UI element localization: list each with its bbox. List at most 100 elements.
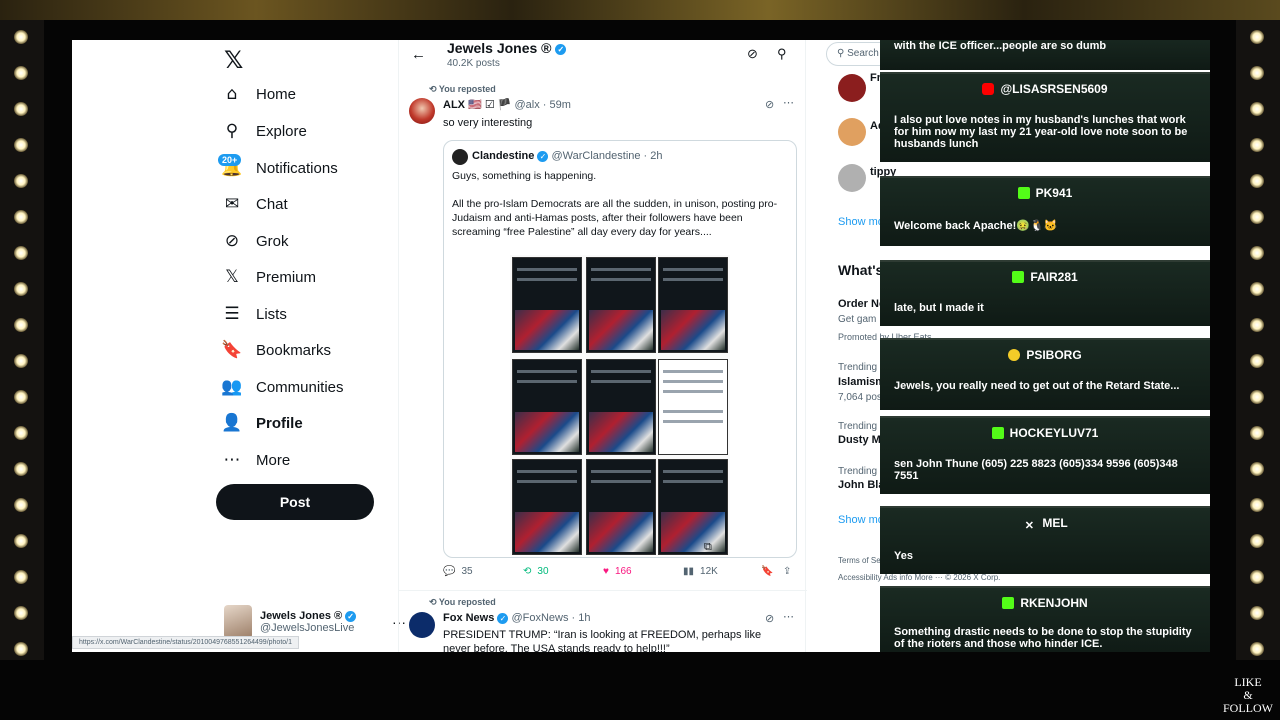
rumble-icon (1008, 349, 1021, 361)
avatar[interactable] (838, 164, 866, 192)
profile-icon: 👤 (221, 413, 243, 433)
nav-lists[interactable]: ☰ Lists (222, 298, 286, 330)
image-alt-icon[interactable]: ⧉ (704, 541, 712, 554)
grok-icon[interactable]: ⊘ (747, 46, 758, 62)
chat-text: Welcome back Apache!🤢🐧🐱 (894, 220, 1058, 232)
screenshot-thumb (586, 459, 656, 555)
show-more-link[interactable]: Show mo (838, 216, 884, 228)
marquee-bulb (14, 318, 28, 332)
kick-icon (1012, 271, 1025, 283)
like-follow-watermark: LIKE & FOLLOW (1223, 675, 1273, 715)
trend-subtitle: Get gam (838, 314, 877, 325)
grok-icon[interactable]: ⊘ (765, 98, 774, 111)
chat-text: with the ICE officer...people are so dum… (894, 40, 1107, 52)
grok-icon[interactable]: ⊘ (765, 612, 774, 625)
fox-news-avatar[interactable] (409, 612, 435, 638)
avatar (452, 149, 468, 165)
screenshot-thumb (586, 257, 656, 353)
tweet-actions: 💬 35 ⟲ 30 ♥ 166 ▮▮ 12K 🔖 ⇪ (443, 566, 799, 582)
marquee-bulb (14, 246, 28, 260)
views-button[interactable]: ▮▮ 12K (683, 566, 718, 577)
avatar[interactable] (838, 118, 866, 146)
kick-icon (991, 427, 1004, 439)
chat-text: late, but I made it (894, 302, 984, 314)
quote-header: Clandestine ✓ @WarClandestine · 2h (472, 150, 663, 162)
nav-chat[interactable]: ✉ Chat (222, 188, 288, 220)
home-icon: ⌂ (226, 84, 238, 104)
footer-links[interactable]: Terms of Se (838, 556, 881, 565)
verified-icon: ✓ (537, 150, 549, 162)
chat-username: PK941 (1035, 186, 1073, 200)
chat-text: I also put love notes in my husband's lu… (894, 114, 1188, 150)
marquee-bulb (1250, 606, 1264, 620)
tweet-author[interactable]: Fox News (443, 612, 494, 624)
repost-indicator: ⟲ You reposted (429, 84, 496, 94)
stream-chat-overlay: with the ICE officer...people are so dum… (880, 40, 1210, 652)
nav-more[interactable]: ⋯ More (222, 444, 291, 476)
youtube-icon (982, 83, 995, 95)
trend-title[interactable]: Islamism (838, 376, 885, 388)
screenshot-thumb (512, 359, 582, 455)
tweet-author[interactable]: ALX (443, 99, 465, 111)
marquee-bulb (1250, 642, 1264, 656)
kick-icon (1002, 597, 1015, 609)
chat-message: FAIR281 late, but I made it (880, 260, 1210, 326)
nav-profile[interactable]: 👤 Profile (221, 407, 302, 439)
post-button[interactable]: Post (216, 484, 374, 520)
bookmark-icon: 🔖 (221, 340, 243, 360)
show-more-link[interactable]: Show mo (838, 514, 884, 526)
more-icon[interactable]: ⋯ (783, 610, 794, 623)
quote-handle-time: @WarClandestine · 2h (551, 150, 663, 162)
nav-explore[interactable]: ⚲ Explore (222, 115, 307, 147)
quoted-tweet[interactable]: Clandestine ✓ @WarClandestine · 2h Guys,… (443, 140, 797, 558)
quote-image[interactable] (510, 255, 730, 555)
grok-icon: ⊘ (224, 231, 240, 251)
avatar[interactable] (838, 74, 866, 102)
bookmark-button[interactable]: 🔖 (761, 566, 773, 577)
marquee-bulb (14, 282, 28, 296)
nav-bookmarks[interactable]: 🔖 Bookmarks (221, 334, 331, 366)
stream-frame: 𝕏 ⌂ Home ⚲ Explore 🔔 Notifications 20+ ✉ Cha… (0, 0, 1280, 720)
chat-text: Something drastic needs to be done to st… (894, 626, 1192, 650)
marquee-bulb (1250, 282, 1264, 296)
marquee-bulb (1250, 570, 1264, 584)
trend-posts: 7,064 pos (838, 392, 882, 403)
trend-title[interactable]: Order No (838, 298, 886, 310)
share-button[interactable]: ⇪ (783, 566, 791, 577)
like-button[interactable]: ♥ 166 (603, 566, 632, 577)
marquee-bulb (14, 426, 28, 440)
quote-author: Clandestine (472, 150, 535, 162)
marquee-bulb (14, 534, 28, 548)
account-handle: @JewelsJonesLive (260, 622, 355, 634)
x-logo[interactable]: 𝕏 (224, 46, 243, 74)
chat-message: with the ICE officer...people are so dum… (880, 40, 1210, 70)
avatar (224, 605, 252, 639)
link-status-bar: https://x.com/WarClandestine/status/2010… (72, 636, 299, 649)
repost-button[interactable]: ⟲ 30 (523, 566, 549, 577)
nav-home[interactable]: ⌂ Home (222, 78, 296, 110)
back-arrow-icon[interactable]: ← (411, 46, 426, 63)
trend-title[interactable]: John Bla (838, 479, 884, 491)
tweet-text: so very interesting (443, 117, 533, 129)
tweet-handle-time: @FoxNews · 1h (511, 612, 591, 624)
verified-icon: ✓ (345, 610, 357, 622)
tweet-text: PRESIDENT TRUMP: “Iran is looking at FRE… (443, 629, 762, 652)
quote-text-body: All the pro-Islam Democrats are all the … (452, 198, 778, 238)
marquee-bulb (14, 138, 28, 152)
search-icon[interactable]: ⚲ (777, 46, 787, 62)
divider (399, 590, 807, 591)
more-icon[interactable]: ⋯ (783, 96, 794, 109)
nav-grok[interactable]: ⊘ Grok (222, 225, 289, 257)
marquee-bulb (1250, 102, 1264, 116)
bulb-rail-right (1236, 20, 1280, 660)
verified-icon: ✓ (497, 612, 509, 624)
author-flags: 🇺🇸 ☑ 🏴 (468, 99, 512, 111)
nav-communities[interactable]: 👥 Communities (221, 371, 343, 403)
marquee-bulb (1250, 30, 1264, 44)
marquee-bulb (1250, 498, 1264, 512)
nav-premium[interactable]: 𝕏 Premium (222, 261, 316, 293)
avatar[interactable] (409, 98, 435, 124)
reply-button[interactable]: 💬 35 (443, 566, 473, 577)
marquee-top (0, 0, 1280, 20)
chat-username: MEL (1042, 516, 1068, 530)
